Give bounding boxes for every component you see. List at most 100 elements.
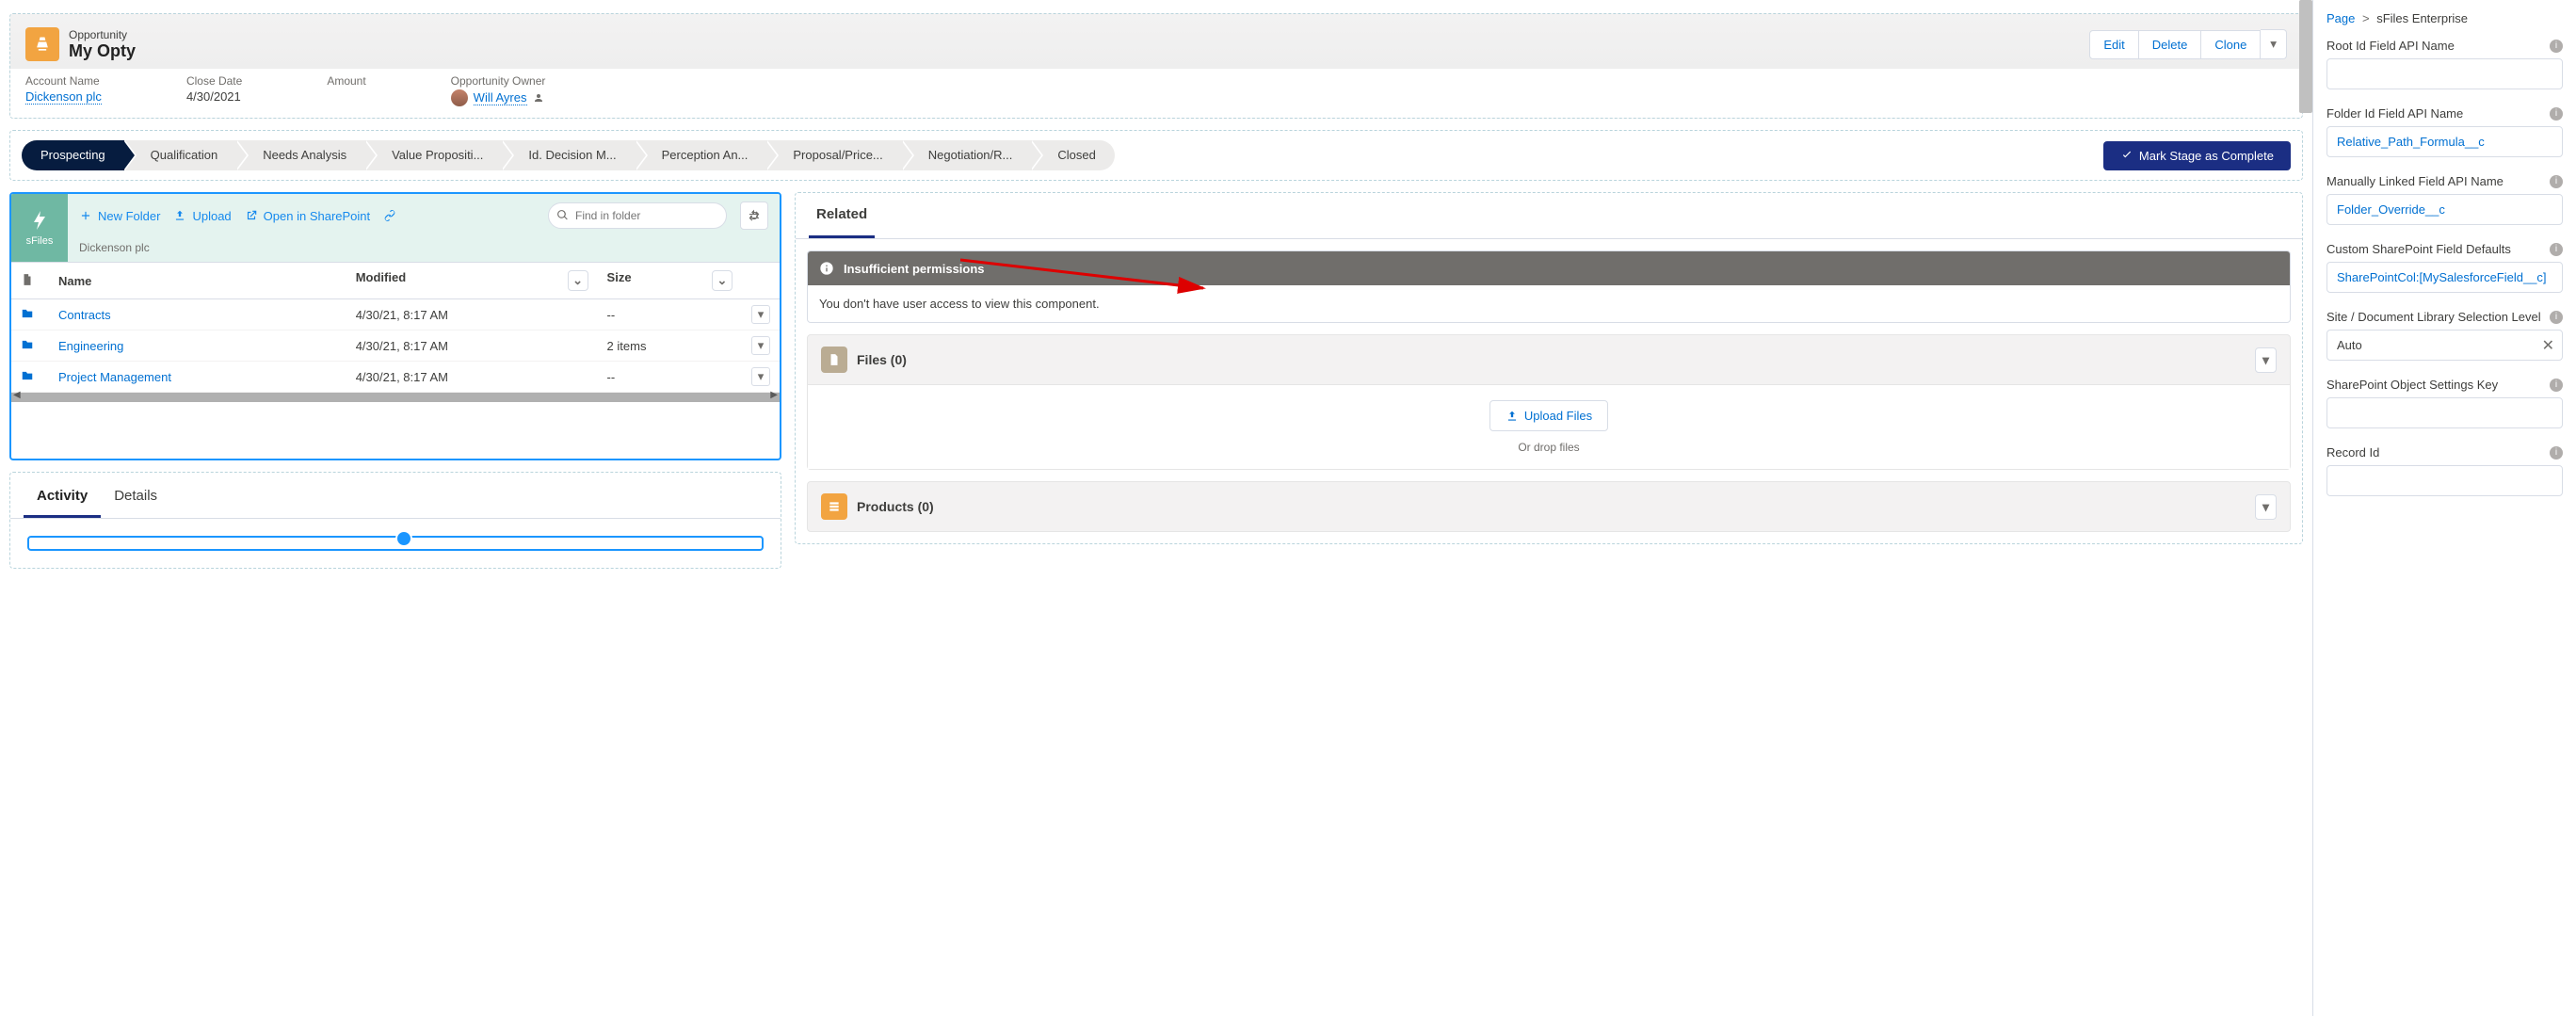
edit-button[interactable]: Edit <box>2089 30 2138 59</box>
path-stage[interactable]: Perception An... <box>636 140 767 170</box>
table-row: Engineering4/30/21, 8:17 AM2 items▾ <box>11 331 780 362</box>
path-stage[interactable]: Qualification <box>124 140 237 170</box>
breadcrumb-component: sFiles Enterprise <box>2376 11 2468 25</box>
sales-path: ProspectingQualificationNeeds AnalysisVa… <box>9 130 2303 181</box>
new-folder-button[interactable]: New Folder <box>79 209 160 223</box>
property: Custom SharePoint Field Defaultsi <box>2326 242 2563 293</box>
modified-cell: 4/30/21, 8:17 AM <box>346 362 598 393</box>
amount-label: Amount <box>327 74 365 88</box>
owner-avatar <box>451 89 468 106</box>
col-modified[interactable]: Modified⌄ <box>346 263 598 299</box>
property-input[interactable] <box>2326 58 2563 89</box>
info-icon[interactable]: i <box>2550 40 2563 53</box>
link-button[interactable] <box>383 209 396 222</box>
modified-cell: 4/30/21, 8:17 AM <box>346 299 598 331</box>
change-owner-icon[interactable] <box>533 92 544 104</box>
close-date-value: 4/30/2021 <box>186 89 241 104</box>
tab-details[interactable]: Details <box>101 476 170 518</box>
clear-icon[interactable]: ✕ <box>2542 336 2554 355</box>
path-stage[interactable]: Prospecting <box>22 140 124 170</box>
table-row: Project Management 4/30/21, 8:17 AM-- ▾ <box>11 362 780 393</box>
owner-link[interactable]: Will Ayres <box>474 90 527 105</box>
tab-related[interactable]: Related <box>809 193 875 238</box>
products-related-list: Products (0) ▾ <box>807 481 2291 532</box>
search-wrapper <box>548 202 727 229</box>
builder-sidebar: Page > sFiles Enterprise Root Id Field A… <box>2312 0 2576 1016</box>
chevron-down-icon[interactable]: ⌄ <box>568 270 588 291</box>
close-date-label: Close Date <box>186 74 242 88</box>
info-icon[interactable]: i <box>2550 243 2563 256</box>
drop-files-text: Or drop files <box>823 441 2275 454</box>
activity-timeline-placeholder <box>27 536 764 551</box>
open-in-sharepoint-button[interactable]: Open in SharePoint <box>245 209 370 223</box>
path-stage[interactable]: Negotiation/R... <box>902 140 1032 170</box>
property-input[interactable] <box>2327 331 2542 360</box>
clone-button[interactable]: Clone <box>2201 30 2261 59</box>
chevron-down-icon[interactable]: ⌄ <box>712 270 733 291</box>
info-icon[interactable]: i <box>2550 379 2563 392</box>
info-icon[interactable]: i <box>2550 175 2563 188</box>
property: Folder Id Field API Namei <box>2326 106 2563 157</box>
info-icon[interactable]: i <box>2550 311 2563 324</box>
delete-button[interactable]: Delete <box>2139 30 2202 59</box>
size-cell: 2 items <box>598 331 742 362</box>
property: Root Id Field API Namei <box>2326 39 2563 89</box>
refresh-button[interactable]: ⇄ <box>740 202 768 230</box>
search-input[interactable] <box>548 202 727 229</box>
folder-link[interactable]: Project Management <box>58 370 171 384</box>
files-title: Files (0) <box>857 352 907 367</box>
property-input[interactable] <box>2326 397 2563 428</box>
property-label: Manually Linked Field API Name <box>2326 174 2504 188</box>
page-scrollbar[interactable] <box>2299 0 2312 113</box>
size-cell: -- <box>598 299 742 331</box>
account-name-link[interactable]: Dickenson plc <box>25 89 102 105</box>
breadcrumb: Page > sFiles Enterprise <box>2326 11 2563 25</box>
activity-details-tabs: Activity Details <box>9 472 781 569</box>
size-cell: -- <box>598 362 742 393</box>
products-icon <box>821 493 847 520</box>
document-header-icon <box>21 273 34 286</box>
property-input[interactable] <box>2326 126 2563 157</box>
files-menu[interactable]: ▾ <box>2255 347 2277 373</box>
folder-link[interactable]: Engineering <box>58 339 123 353</box>
row-menu-button[interactable]: ▾ <box>751 367 770 386</box>
sfiles-breadcrumb[interactable]: Dickenson plc <box>68 237 780 262</box>
sfiles-component: sFiles New Folder Upload <box>9 192 781 460</box>
row-menu-button[interactable]: ▾ <box>751 305 770 324</box>
upload-button[interactable]: Upload <box>173 209 231 223</box>
highlights-panel: Opportunity My Opty Edit Delete Clone ▾ … <box>9 13 2303 119</box>
property-label: Record Id <box>2326 445 2379 460</box>
files-icon <box>821 347 847 373</box>
folder-icon <box>21 338 34 351</box>
breadcrumb-page[interactable]: Page <box>2326 11 2355 25</box>
path-stage[interactable]: Proposal/Price... <box>766 140 901 170</box>
upload-files-button[interactable]: Upload Files <box>1489 400 1608 431</box>
path-stage[interactable]: Id. Decision M... <box>502 140 635 170</box>
info-icon[interactable]: i <box>2550 446 2563 460</box>
products-menu[interactable]: ▾ <box>2255 494 2277 520</box>
folder-link[interactable]: Contracts <box>58 308 111 322</box>
sfiles-logo: sFiles <box>11 194 68 262</box>
property-input[interactable] <box>2326 262 2563 293</box>
path-stage[interactable]: Needs Analysis <box>236 140 365 170</box>
row-menu-button[interactable]: ▾ <box>751 336 770 355</box>
more-actions-button[interactable]: ▾ <box>2261 29 2287 59</box>
col-size[interactable]: Size⌄ <box>598 263 742 299</box>
related-panel: Related Insufficient permissions You don… <box>795 192 2303 544</box>
folder-icon <box>21 307 34 320</box>
info-icon[interactable]: i <box>2550 107 2563 121</box>
mark-stage-complete-button[interactable]: Mark Stage as Complete <box>2103 141 2291 170</box>
permissions-body: You don't have user access to view this … <box>808 285 2290 322</box>
owner-label: Opportunity Owner <box>451 74 546 88</box>
property-input[interactable] <box>2326 465 2563 496</box>
tab-activity[interactable]: Activity <box>24 476 101 518</box>
path-stage[interactable]: Value Propositi... <box>365 140 502 170</box>
property-input[interactable] <box>2326 194 2563 225</box>
folder-icon <box>21 369 34 382</box>
permissions-warning: Insufficient permissions You don't have … <box>807 250 2291 323</box>
col-name[interactable]: Name <box>49 263 346 299</box>
search-icon <box>556 209 569 221</box>
path-stage[interactable]: Closed <box>1031 140 1114 170</box>
property: SharePoint Object Settings Keyi <box>2326 378 2563 428</box>
horizontal-scrollbar[interactable] <box>11 393 780 402</box>
